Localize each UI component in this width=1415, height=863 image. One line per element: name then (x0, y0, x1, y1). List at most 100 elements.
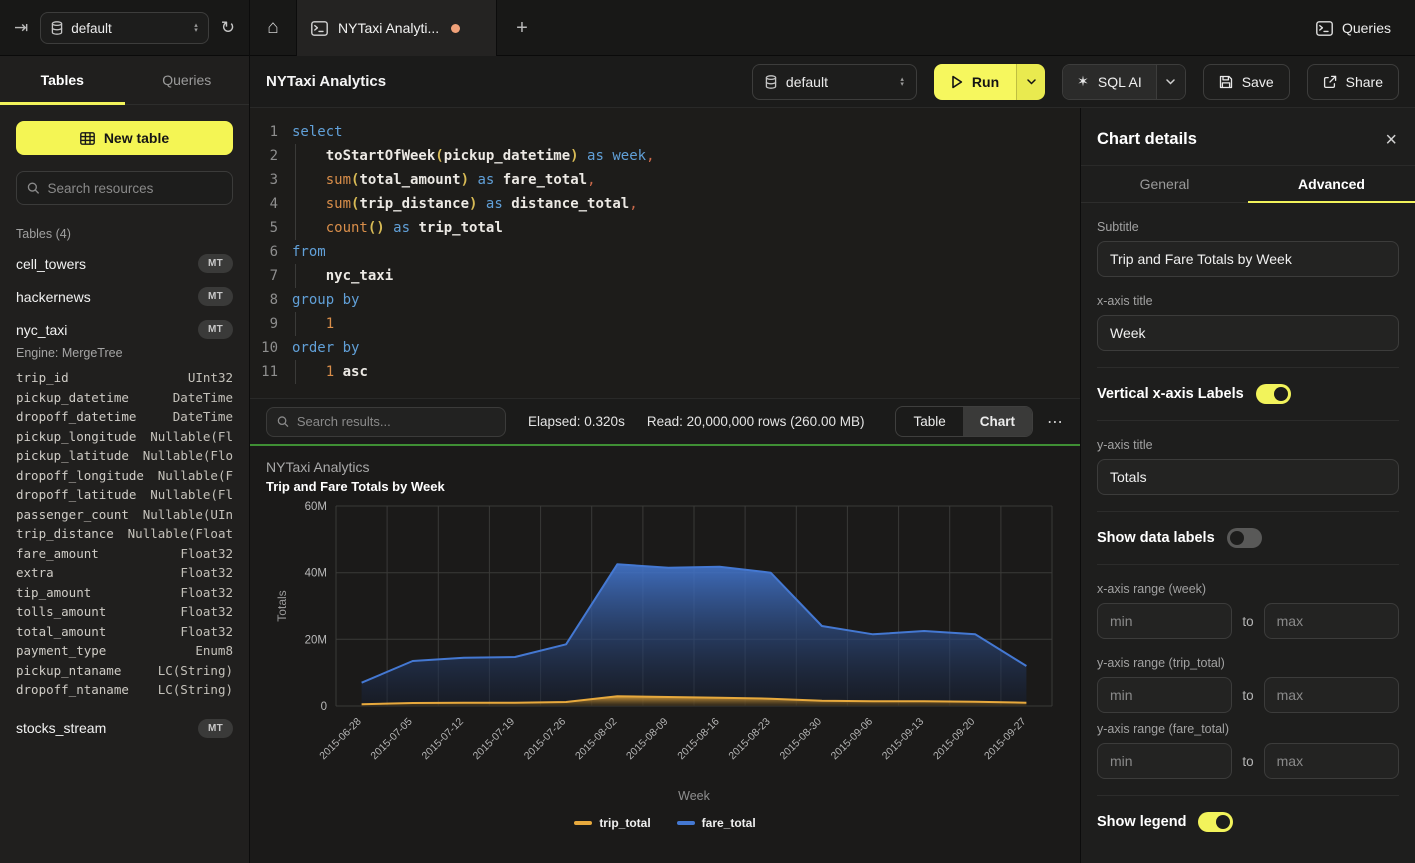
column-row: tip_amountFloat32 (0, 583, 249, 603)
new-tab-button[interactable]: + (497, 0, 547, 56)
column-row: tolls_amountFloat32 (0, 602, 249, 622)
column-type: DateTime (173, 390, 233, 406)
yaxis-range-trip-total-max-field[interactable] (1264, 677, 1399, 713)
sql-ai-options-button[interactable] (1156, 65, 1185, 99)
toolbar-database-selector[interactable]: default ▴▾ (752, 64, 917, 100)
column-type: Float32 (180, 624, 233, 640)
home-icon: ⌂ (267, 17, 278, 39)
table-row[interactable]: nyc_taxi MT (0, 313, 249, 346)
plus-icon: + (516, 17, 528, 40)
run-options-button[interactable] (1016, 64, 1045, 100)
table-engine: Engine: MergeTree (16, 346, 233, 360)
line-number: 10 (250, 336, 278, 360)
panel-header: Chart details × (1081, 108, 1415, 165)
toggle-knob (1216, 815, 1230, 829)
column-type: Nullable(UIn (143, 507, 233, 523)
table-row[interactable]: hackernewsMT (0, 280, 249, 313)
more-options-icon[interactable]: ⋯ (1047, 412, 1064, 432)
results-bar: Elapsed: 0.320s Read: 20,000,000 rows (2… (250, 398, 1080, 444)
editor-line: 10order by (250, 336, 1080, 360)
table-row[interactable]: stocks_streamMT (0, 712, 249, 745)
yaxis-range-trip-total-label: y-axis range (trip_total) (1097, 656, 1399, 670)
column-type: Float32 (180, 604, 233, 620)
svg-text:2015-09-13: 2015-09-13 (880, 716, 927, 763)
column-type: LC(String) (158, 663, 233, 679)
vertical-xaxis-labels-toggle[interactable] (1256, 384, 1291, 404)
show-legend-row: Show legend (1097, 812, 1399, 832)
svg-text:2015-07-19: 2015-07-19 (471, 716, 518, 763)
yaxis-range-fare-total-max-field[interactable] (1264, 743, 1399, 779)
svg-text:2015-08-02: 2015-08-02 (573, 716, 620, 763)
column-type: Enum8 (195, 643, 233, 659)
line-number: 9 (250, 312, 278, 336)
svg-text:Totals: Totals (275, 590, 289, 621)
divider (1097, 795, 1399, 796)
sidebar-tab-tables[interactable]: Tables (0, 56, 125, 104)
panel-tab-advanced[interactable]: Advanced (1248, 166, 1415, 202)
play-icon (951, 75, 963, 89)
sql-ai-button[interactable]: ✶ SQL AI (1063, 65, 1156, 99)
engine-badge: MT (198, 320, 233, 339)
yaxis-range-trip-total-min-field[interactable] (1097, 677, 1232, 713)
queries-label: Queries (1342, 20, 1391, 36)
run-button[interactable]: Run (934, 64, 1016, 100)
show-legend-toggle[interactable] (1198, 812, 1233, 832)
column-row: dropoff_ntanameLC(String) (0, 680, 249, 700)
close-icon[interactable]: × (1385, 133, 1397, 147)
view-toggle: Table Chart (895, 406, 1033, 437)
yaxis-range-fare-total-min-field[interactable] (1097, 743, 1232, 779)
database-selector[interactable]: default ▴▾ (40, 12, 209, 44)
editor-line: 5 count() as trip_total (250, 216, 1080, 240)
editor-line: 7 nyc_taxi (250, 264, 1080, 288)
yaxis-title-field[interactable] (1097, 459, 1399, 495)
editor-line: 2 toStartOfWeek(pickup_datetime) as week… (250, 144, 1080, 168)
table-name: nyc_taxi (16, 322, 67, 338)
panel-tab-general[interactable]: General (1081, 166, 1248, 202)
xaxis-title-field[interactable] (1097, 315, 1399, 351)
home-button[interactable]: ⌂ (250, 0, 297, 56)
view-tab-chart[interactable]: Chart (963, 407, 1032, 436)
query-title: NYTaxi Analytics (266, 73, 386, 90)
save-button[interactable]: Save (1203, 64, 1290, 100)
divider (1097, 420, 1399, 421)
table-row[interactable]: cell_towersMT (0, 247, 249, 280)
sidebar: Tables Queries New table Tables (4) cell… (0, 56, 250, 863)
column-type: LC(String) (158, 682, 233, 698)
column-name: passenger_count (16, 507, 129, 523)
sidebar-tab-queries[interactable]: Queries (125, 56, 250, 104)
xaxis-range-max-field[interactable] (1264, 603, 1399, 639)
query-tab[interactable]: NYTaxi Analyti... (297, 0, 497, 56)
tab-strip: ⌂ NYTaxi Analyti... + (250, 0, 547, 56)
refresh-icon[interactable]: ↻ (221, 18, 235, 38)
column-type: DateTime (173, 409, 233, 425)
table-name: hackernews (16, 289, 91, 305)
svg-text:2015-07-26: 2015-07-26 (522, 716, 569, 763)
resource-search-input[interactable] (48, 181, 222, 196)
results-search-input[interactable] (297, 414, 495, 429)
view-tab-table[interactable]: Table (896, 407, 962, 436)
editor-line: 6from (250, 240, 1080, 264)
show-data-labels-label: Show data labels (1097, 530, 1215, 546)
table-grid-icon (80, 132, 95, 145)
tables-list: cell_towersMThackernewsMT nyc_taxi MT Engin… (0, 247, 249, 745)
share-button[interactable]: Share (1307, 64, 1399, 100)
sql-editor-lines: 1select2 toStartOfWeek(pickup_datetime) … (250, 120, 1080, 384)
legend-item-trip_total[interactable]: trip_total (574, 816, 650, 830)
editor-line: 8group by (250, 288, 1080, 312)
collapse-sidebar-icon[interactable]: ⇥ (14, 18, 28, 38)
range-to-label: to (1242, 754, 1253, 769)
line-number: 11 (250, 360, 278, 384)
panel-body: Subtitle x-axis title Vertical x-axis La… (1081, 220, 1415, 844)
subtitle-field[interactable] (1097, 241, 1399, 277)
sql-editor[interactable]: 1select2 toStartOfWeek(pickup_datetime) … (250, 108, 1080, 398)
queries-button[interactable]: Queries (1316, 0, 1391, 56)
legend-item-fare_total[interactable]: fare_total (677, 816, 756, 830)
xaxis-range-label: x-axis range (week) (1097, 582, 1399, 596)
chevron-down-icon (1166, 79, 1175, 85)
show-data-labels-toggle[interactable] (1227, 528, 1262, 548)
new-table-button[interactable]: New table (16, 121, 233, 155)
column-name: dropoff_longitude (16, 468, 144, 484)
queries-icon (1316, 21, 1333, 36)
xaxis-range-min-field[interactable] (1097, 603, 1232, 639)
column-name: dropoff_latitude (16, 487, 136, 503)
